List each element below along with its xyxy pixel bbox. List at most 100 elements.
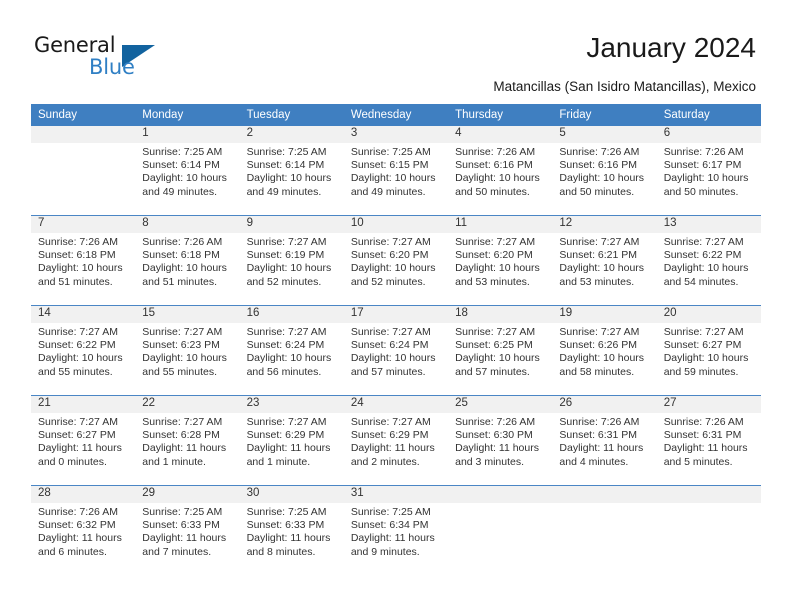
daylight-line-2: and 59 minutes. [663,365,739,378]
sunrise-line: Sunrise: 7:27 AM [246,326,327,338]
weekday-header-row: Sunday Monday Tuesday Wednesday Thursday… [31,104,761,126]
day-cell[interactable]: 9 Sunrise: 7:27 AM Sunset: 6:19 PM Daylight… [239,215,344,306]
day-cell[interactable]: 12 Sunrise: 7:27 AM Sunset: 6:21 PM Dayligh… [552,215,657,306]
day-cell[interactable]: 18 Sunrise: 7:27 AM Sunset: 6:25 PM Dayligh… [448,305,553,396]
day-cell[interactable]: 20 Sunrise: 7:27 AM Sunset: 6:27 PM Dayligh… [656,305,761,396]
day-cell[interactable]: 25 Sunrise: 7:26 AM Sunset: 6:30 PM Dayligh… [448,395,553,486]
day-cell[interactable]: 26 Sunrise: 7:26 AM Sunset: 6:31 PM Dayligh… [552,395,657,486]
day-number: 8 [135,216,240,233]
daylight-line-2: and 52 minutes. [246,275,322,288]
day-number: 11 [448,216,553,233]
day-cell[interactable]: 31 Sunrise: 7:25 AM Sunset: 6:34 PM Dayligh… [343,485,449,575]
daylight-line-1: Daylight: 10 hours [663,352,749,365]
day-cell[interactable]: 3 Sunrise: 7:25 AM Sunset: 6:15 PM Daylight… [343,126,449,216]
day-cell[interactable]: 10 Sunrise: 7:27 AM Sunset: 6:20 PM Dayligh… [343,215,449,306]
daylight-line-2: and 54 minutes. [663,275,739,288]
day-cell[interactable]: 4 Sunrise: 7:26 AM Sunset: 6:16 PM Daylight… [448,126,553,216]
weekday-header-wednesday: Wednesday [343,104,449,126]
daylight-line-2: and 53 minutes. [455,275,530,288]
sunset-line: Sunset: 6:33 PM [246,519,325,532]
day-cell[interactable]: 2 Sunrise: 7:25 AM Sunset: 6:14 PM Daylight… [239,126,344,216]
sunset-line: Sunset: 6:29 PM [350,429,429,442]
sunset-line: Sunset: 6:25 PM [455,339,533,352]
logo-text-general: General [34,33,116,57]
day-cell[interactable]: 27 Sunrise: 7:26 AM Sunset: 6:31 PM Dayligh… [656,395,761,486]
sunset-line: Sunset: 6:30 PM [455,429,533,442]
day-cell[interactable] [448,485,553,575]
day-number: 24 [343,396,449,413]
daylight-line-1: Daylight: 10 hours [350,262,436,275]
day-number: 15 [135,306,240,323]
sunrise-line: Sunrise: 7:25 AM [350,506,431,518]
sunrise-line: Sunrise: 7:27 AM [559,236,640,248]
sunrise-line: Sunrise: 7:25 AM [246,146,327,158]
sunrise-line: Sunrise: 7:27 AM [38,416,118,428]
sunrise-line: Sunrise: 7:27 AM [663,236,744,248]
sunrise-line: Sunrise: 7:26 AM [663,146,744,158]
daylight-line-1: Daylight: 10 hours [246,352,332,365]
day-number [552,486,657,503]
daylight-line-2: and 9 minutes. [350,545,420,558]
day-cell[interactable]: 13 Sunrise: 7:27 AM Sunset: 6:22 PM Dayligh… [656,215,761,306]
sunrise-sunset-calendar: Sunday Monday Tuesday Wednesday Thursday… [31,104,761,575]
day-number [656,486,761,503]
day-cell[interactable] [552,485,657,575]
day-cell[interactable]: 1 Sunrise: 7:25 AM Sunset: 6:14 PM Daylight… [135,126,240,216]
day-cell[interactable]: 15 Sunrise: 7:27 AM Sunset: 6:23 PM Dayligh… [135,305,240,396]
day-cell[interactable]: 11 Sunrise: 7:27 AM Sunset: 6:20 PM Dayligh… [448,215,553,306]
day-cell[interactable] [656,485,761,575]
day-cell[interactable]: 30 Sunrise: 7:25 AM Sunset: 6:33 PM Dayligh… [239,485,344,575]
week-row: 7 Sunrise: 7:26 AM Sunset: 6:18 PM Daylight… [31,215,761,306]
daylight-line-1: Daylight: 10 hours [38,262,123,275]
daylight-line-2: and 49 minutes. [142,185,217,198]
daylight-line-2: and 51 minutes. [38,275,113,288]
general-blue-logo[interactable]: General Blue [34,33,204,83]
day-number: 7 [31,216,136,233]
daylight-line-2: and 55 minutes. [38,365,113,378]
day-number [448,486,553,503]
day-number: 10 [343,216,449,233]
daylight-line-2: and 8 minutes. [246,545,316,558]
daylight-line-2: and 56 minutes. [246,365,322,378]
day-cell[interactable]: 23 Sunrise: 7:27 AM Sunset: 6:29 PM Dayligh… [239,395,344,486]
day-cell[interactable]: 6 Sunrise: 7:26 AM Sunset: 6:17 PM Daylight… [656,126,761,216]
day-cell[interactable]: 19 Sunrise: 7:27 AM Sunset: 6:26 PM Dayligh… [552,305,657,396]
sunrise-line: Sunrise: 7:27 AM [559,326,640,338]
sunrise-line: Sunrise: 7:27 AM [350,236,431,248]
day-cell[interactable]: 14 Sunrise: 7:27 AM Sunset: 6:22 PM Dayligh… [31,305,136,396]
day-cell[interactable]: 16 Sunrise: 7:27 AM Sunset: 6:24 PM Dayligh… [239,305,344,396]
daylight-line-1: Daylight: 10 hours [559,172,645,185]
day-number: 16 [239,306,344,323]
daylight-line-2: and 53 minutes. [559,275,635,288]
daylight-line-2: and 55 minutes. [142,365,217,378]
sunset-line: Sunset: 6:31 PM [559,429,638,442]
daylight-line-2: and 58 minutes. [559,365,635,378]
sunrise-line: Sunrise: 7:26 AM [663,416,744,428]
day-cell[interactable]: 8 Sunrise: 7:26 AM Sunset: 6:18 PM Daylight… [135,215,240,306]
day-cell[interactable]: 5 Sunrise: 7:26 AM Sunset: 6:16 PM Daylight… [552,126,657,216]
logo-text-blue: Blue [89,55,135,79]
day-cell[interactable]: 17 Sunrise: 7:27 AM Sunset: 6:24 PM Dayligh… [343,305,449,396]
daylight-line-1: Daylight: 10 hours [663,172,749,185]
sunset-line: Sunset: 6:26 PM [559,339,638,352]
daylight-line-2: and 1 minute. [142,455,206,468]
day-cell[interactable]: 21 Sunrise: 7:27 AM Sunset: 6:27 PM Dayligh… [31,395,136,486]
day-cell[interactable]: 29 Sunrise: 7:25 AM Sunset: 6:33 PM Dayligh… [135,485,240,575]
sunrise-line: Sunrise: 7:26 AM [559,416,640,428]
day-cell[interactable]: 22 Sunrise: 7:27 AM Sunset: 6:28 PM Dayligh… [135,395,240,486]
sunset-line: Sunset: 6:33 PM [142,519,220,532]
day-cell[interactable]: 24 Sunrise: 7:27 AM Sunset: 6:29 PM Dayligh… [343,395,449,486]
sunset-line: Sunset: 6:24 PM [350,339,429,352]
day-cell[interactable]: 7 Sunrise: 7:26 AM Sunset: 6:18 PM Daylight… [31,215,136,306]
day-number: 26 [552,396,657,413]
daylight-line-2: and 50 minutes. [455,185,530,198]
day-cell[interactable]: 28 Sunrise: 7:26 AM Sunset: 6:32 PM Dayligh… [31,485,136,575]
sunset-line: Sunset: 6:34 PM [350,519,429,532]
sunset-line: Sunset: 6:31 PM [663,429,742,442]
daylight-line-1: Daylight: 11 hours [246,442,331,455]
day-cell[interactable] [31,126,136,216]
page-subtitle: Matancillas (San Isidro Matancillas), Me… [493,79,756,94]
daylight-line-2: and 0 minutes. [38,455,107,468]
day-number: 30 [239,486,344,503]
day-number: 31 [343,486,449,503]
